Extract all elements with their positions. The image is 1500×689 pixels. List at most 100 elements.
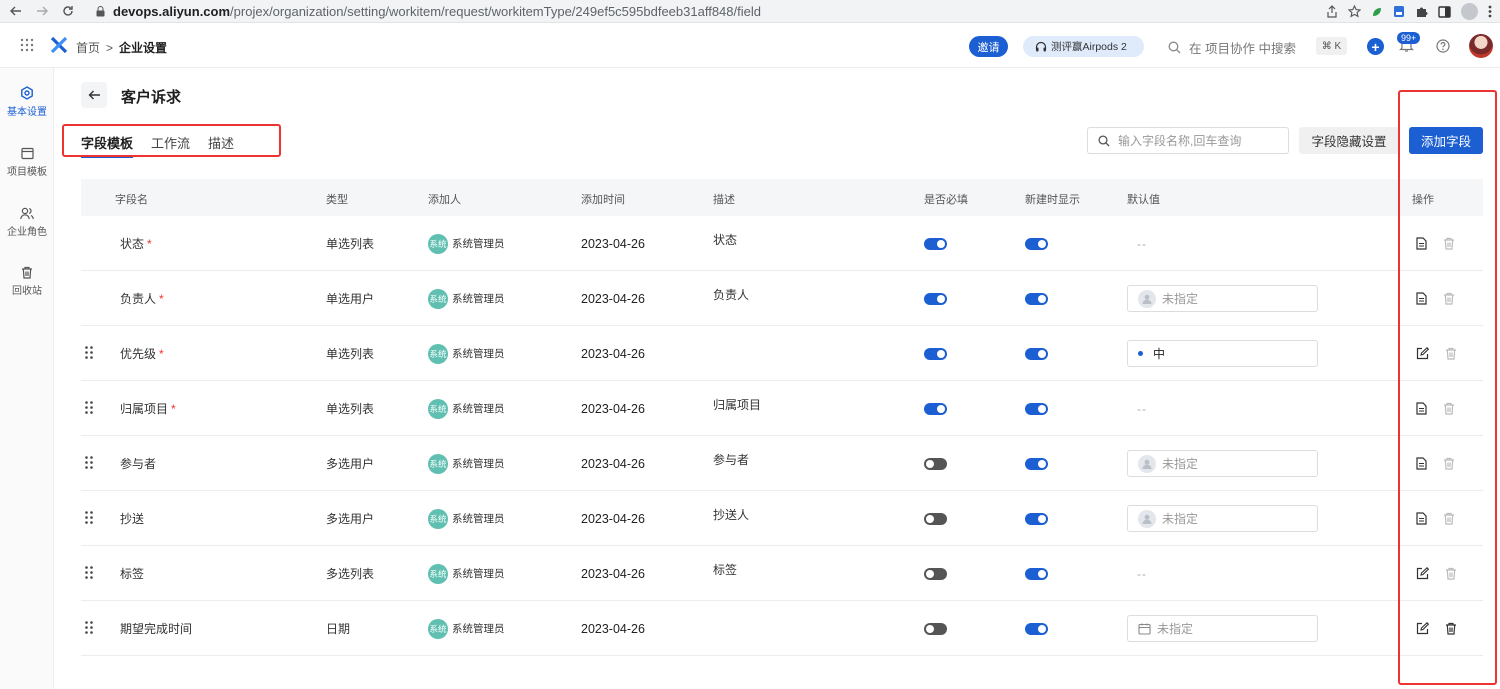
table-row: 标签 多选列表 系统 系统管理员 2023-04-26 标签 -- [81, 546, 1483, 601]
address-bar[interactable]: devops.aliyun.com/projex/organization/se… [96, 4, 761, 19]
sidebar-item-recycle-bin[interactable]: 回收站 [0, 266, 54, 297]
show-on-create-toggle[interactable] [1025, 457, 1048, 470]
required-toggle[interactable] [924, 567, 947, 580]
notification-badge: 99+ [1397, 32, 1421, 44]
create-plus-button[interactable]: + [1367, 38, 1384, 55]
default-value-cell: 未指定 [1127, 601, 1318, 656]
show-on-create-toggle[interactable] [1025, 567, 1048, 580]
sidebar-item-label: 基本设置 [7, 107, 47, 118]
drag-handle-icon[interactable] [85, 621, 93, 634]
sidebar-item-basic-settings[interactable]: 基本设置 [0, 86, 54, 118]
default-date-picker[interactable]: 未指定 [1127, 615, 1318, 642]
browser-menu-icon[interactable] [1488, 5, 1492, 18]
default-user-select[interactable]: 未指定 [1127, 505, 1318, 532]
field-type: 单选列表 [326, 402, 375, 416]
back-button[interactable] [81, 82, 107, 108]
table-row: 优先级 * 单选列表 系统 系统管理员 2023-04-26 中 [81, 326, 1483, 381]
field-name-cell: 参与者 [120, 436, 156, 491]
field-description: 参与者 [713, 453, 750, 467]
default-user-select[interactable]: 未指定 [1127, 285, 1318, 312]
show-on-create-toggle[interactable] [1025, 622, 1048, 635]
extension-leaf-icon[interactable] [1371, 6, 1383, 18]
default-value-cell: -- [1127, 546, 1147, 601]
field-name-cell: 抄送 [120, 491, 144, 546]
help-icon[interactable] [1436, 39, 1450, 53]
user-placeholder-icon [1138, 509, 1156, 528]
browser-profile-avatar[interactable] [1461, 3, 1478, 20]
required-toggle[interactable] [924, 237, 947, 250]
field-name: 抄送 [120, 512, 145, 526]
table-row: 归属项目 * 单选列表 系统 系统管理员 2023-04-26 归属项目 -- [81, 381, 1483, 436]
field-type: 单选列表 [326, 237, 375, 251]
sidebar-item-project-templates[interactable]: 项目模板 [0, 147, 54, 178]
add-date: 2023-04-26 [581, 236, 645, 251]
field-search-input[interactable]: 输入字段名称,回车查询 [1087, 127, 1289, 154]
invite-button[interactable]: 邀请 [969, 36, 1008, 57]
default-empty: -- [1137, 401, 1147, 416]
toggle-knob [937, 404, 945, 413]
default-value-text: 中 [1153, 347, 1166, 361]
show-on-create-toggle[interactable] [1025, 402, 1048, 415]
promo-banner[interactable]: 测评赢Airpods 2 [1023, 36, 1144, 57]
toggle-knob [926, 459, 934, 468]
user-avatar[interactable] [1469, 34, 1493, 58]
required-toggle[interactable] [924, 347, 947, 360]
yunxiao-logo-icon[interactable] [50, 36, 68, 54]
drag-handle-icon[interactable] [85, 456, 93, 469]
app-grid-icon[interactable] [20, 38, 34, 52]
breadcrumb-home[interactable]: 首页 [76, 39, 100, 56]
breadcrumb: 首页 > 企业设置 [76, 39, 167, 56]
sidebar-item-label: 企业角色 [7, 227, 47, 238]
adder-name: 系统管理员 [452, 403, 505, 415]
show-on-create-toggle[interactable] [1025, 512, 1048, 525]
drag-handle-icon[interactable] [85, 401, 93, 414]
toggle-knob [1038, 569, 1046, 578]
adder-name: 系统管理员 [452, 293, 505, 305]
back-arrow-icon[interactable] [10, 5, 22, 17]
default-priority-select[interactable]: 中 [1127, 340, 1318, 367]
column-header-description: 描述 [713, 194, 735, 206]
sidebar-item-label: 回收站 [12, 286, 42, 297]
required-toggle[interactable] [924, 622, 947, 635]
required-toggle[interactable] [924, 512, 947, 525]
default-value-cell: 未指定 [1127, 491, 1318, 546]
settings-hex-icon [20, 86, 34, 100]
add-date: 2023-04-26 [581, 511, 645, 526]
drag-handle-icon[interactable] [85, 346, 93, 359]
adder-cell: 系统 系统管理员 [428, 601, 505, 656]
breadcrumb-current: 企业设置 [119, 41, 168, 55]
actions-highlight-box [1398, 90, 1497, 685]
global-search[interactable]: 在 项目协作 中搜索 [1168, 38, 1296, 57]
bookmark-star-icon[interactable] [1348, 5, 1361, 18]
drag-handle-icon[interactable] [85, 566, 93, 579]
required-toggle[interactable] [924, 292, 947, 305]
required-toggle[interactable] [924, 457, 947, 470]
field-name: 标签 [120, 567, 145, 581]
drag-handle-icon[interactable] [85, 511, 93, 524]
extension-doc-icon[interactable] [1393, 5, 1405, 18]
sidepanel-icon[interactable] [1438, 5, 1451, 18]
share-icon[interactable] [1326, 5, 1338, 18]
show-on-create-toggle[interactable] [1025, 237, 1048, 250]
show-on-create-toggle[interactable] [1025, 347, 1048, 360]
required-toggle[interactable] [924, 402, 947, 415]
sidebar-item-label: 项目模板 [7, 167, 47, 178]
priority-dot-icon [1138, 351, 1143, 356]
show-on-create-toggle[interactable] [1025, 292, 1048, 305]
column-header-field-name: 字段名 [115, 194, 148, 206]
field-hide-settings-button[interactable]: 字段隐藏设置 [1299, 127, 1399, 154]
avatar: 系统 [428, 343, 448, 364]
default-value-text: 未指定 [1162, 457, 1199, 471]
headphones-icon [1035, 41, 1047, 52]
default-user-select[interactable]: 未指定 [1127, 450, 1318, 477]
column-header-type: 类型 [326, 194, 348, 206]
avatar: 系统 [428, 453, 448, 474]
reload-icon[interactable] [62, 5, 74, 17]
forward-arrow-icon[interactable] [36, 5, 48, 17]
field-name-cell: 标签 [120, 546, 144, 601]
sidebar-item-enterprise-roles[interactable]: 企业角色 [0, 207, 54, 238]
extensions-puzzle-icon[interactable] [1415, 5, 1428, 18]
app-header: 首页 > 企业设置 邀请 测评赢Airpods 2 在 项目协作 中搜索 ⌘ K… [0, 24, 1500, 68]
field-name-cell: 优先级 * [120, 326, 164, 381]
toggle-knob [1038, 459, 1046, 468]
